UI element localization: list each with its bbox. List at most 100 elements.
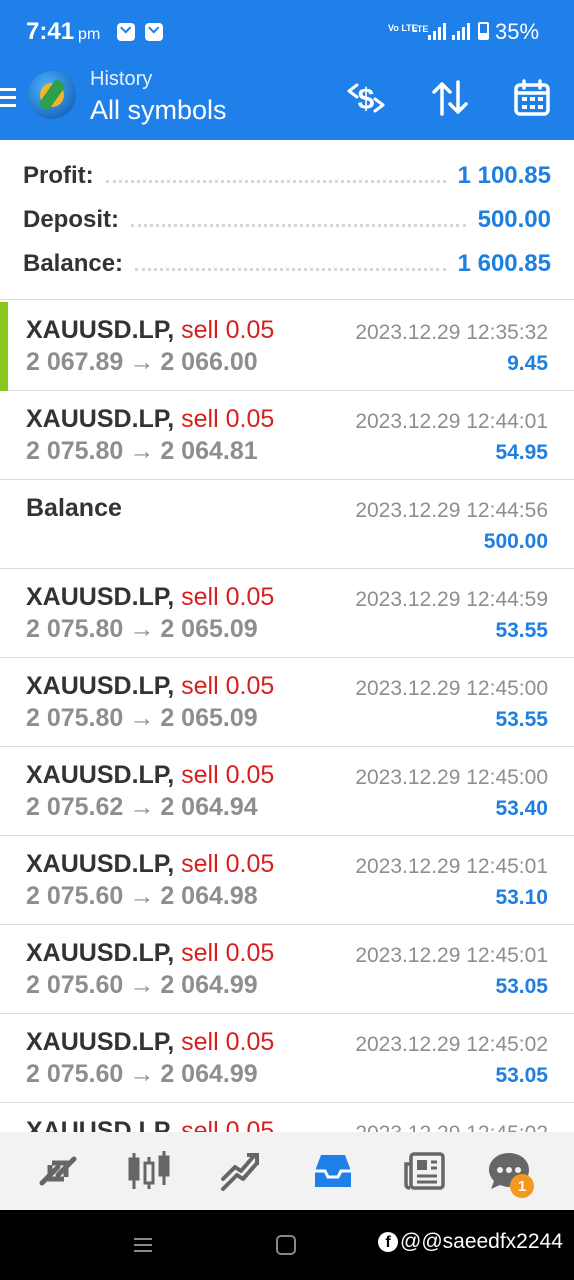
news-icon[interactable] (402, 1148, 448, 1194)
battery-icon (478, 22, 489, 40)
deal-prices: 2 075.60 → 2 064.99 (26, 1060, 258, 1088)
deal-row[interactable]: XAUUSD.LP, sell 0.05 2 075.60 → 2 064.99 2… (0, 1014, 574, 1103)
deal-symbol: XAUUSD.LP, sell 0.05 (26, 1028, 275, 1056)
deal-prices: 2 075.80 → 2 065.09 (26, 704, 258, 732)
app-logo (28, 71, 76, 119)
facebook-icon: f (378, 1232, 398, 1252)
deals-list[interactable]: XAUUSD.LP, sell 0.05 2 067.89 → 2 066.00 2… (0, 302, 574, 1132)
trade-icon[interactable] (218, 1148, 264, 1194)
balance-row: Balance: 1 600.85 (23, 242, 551, 286)
profit-label: Profit: (23, 162, 94, 189)
deal-profit: 53.40 (495, 797, 548, 820)
deal-row[interactable]: XAUUSD.LP, sell 0.05 2023.12.29 12:45:02 (0, 1103, 574, 1132)
deal-time: 2023.12.29 12:45:01 (355, 855, 548, 878)
deal-row[interactable]: XAUUSD.LP, sell 0.05 2 067.89 → 2 066.00 2… (0, 302, 574, 391)
deposit-label: Deposit: (23, 206, 119, 233)
deal-profit: 53.05 (495, 1064, 548, 1087)
app-bar: History All symbols $ (0, 62, 574, 140)
deal-time: 2023.12.29 12:45:00 (355, 766, 548, 789)
deal-row[interactable]: XAUUSD.LP, sell 0.05 2 075.80 → 2 065.09 2… (0, 658, 574, 747)
deal-profit: 53.10 (495, 886, 548, 909)
balance-label: Balance: (23, 250, 124, 277)
deal-prices: 2 067.89 → 2 066.00 (26, 348, 258, 376)
deal-time: 2023.12.29 12:45:00 (355, 677, 548, 700)
deal-type: sell 0.05 (181, 583, 275, 611)
system-navigation-bar: f @@saeedfx2244 (0, 1210, 574, 1280)
page-title[interactable]: All symbols (90, 95, 227, 126)
menu-icon[interactable] (0, 86, 16, 108)
calendar-icon[interactable] (510, 76, 554, 120)
chart-icon[interactable] (126, 1148, 172, 1194)
deal-time: 2023.12.29 12:45:02 (355, 1033, 548, 1056)
deal-time: 2023.12.29 12:44:56 (355, 499, 548, 522)
chat-badge: 1 (510, 1174, 534, 1198)
chat-icon[interactable]: 1 (486, 1148, 534, 1198)
history-summary: Profit: 1 100.85 Deposit: 500.00 Balance… (0, 140, 574, 300)
signal-icon (428, 22, 446, 40)
dotted-leader (105, 177, 446, 183)
deal-symbol: XAUUSD.LP, sell 0.05 (26, 761, 275, 789)
balance-value: 1 600.85 (457, 250, 551, 277)
deal-profit: 500.00 (483, 530, 548, 553)
watermark-text: @@saeedfx2244 (400, 1230, 563, 1253)
deal-type: sell 0.05 (181, 672, 275, 700)
quotes-icon[interactable] (35, 1148, 81, 1194)
deal-symbol: XAUUSD.LP, sell 0.05 (26, 939, 275, 967)
deal-time: 2023.12.29 12:45:02 (355, 1122, 548, 1132)
deal-prices: 2 075.62 → 2 064.94 (26, 793, 258, 821)
deal-row[interactable]: XAUUSD.LP, sell 0.05 2 075.60 → 2 064.99 2… (0, 925, 574, 1014)
status-ampm: pm (78, 26, 101, 43)
deposit-row: Deposit: 500.00 (23, 198, 551, 242)
status-time: 7:41 pm (26, 18, 101, 45)
deal-symbol: XAUUSD.LP, sell 0.05 (26, 405, 275, 433)
bottom-navigation: 1 (0, 1132, 574, 1210)
dotted-leader (131, 221, 466, 227)
home-button[interactable] (276, 1235, 296, 1255)
deal-prices: 2 075.80 → 2 064.81 (26, 437, 258, 465)
deposit-value: 500.00 (477, 206, 551, 233)
deal-row[interactable]: XAUUSD.LP, sell 0.05 2 075.62 → 2 064.94 2… (0, 747, 574, 836)
selected-marker (0, 302, 8, 391)
deal-symbol: XAUUSD.LP, sell 0.05 (26, 316, 275, 344)
deal-row[interactable]: XAUUSD.LP, sell 0.05 2 075.80 → 2 064.81 2… (0, 391, 574, 480)
deal-time: 2023.12.29 12:35:32 (355, 321, 548, 344)
deal-prices: 2 075.60 → 2 064.98 (26, 882, 258, 910)
deal-prices: 2 075.80 → 2 065.09 (26, 615, 258, 643)
deal-symbol: XAUUSD.LP, sell 0.05 (26, 583, 275, 611)
deal-profit: 53.55 (495, 619, 548, 642)
profit-value: 1 100.85 (457, 162, 551, 189)
deal-type: sell 0.05 (181, 761, 275, 789)
deal-profit: 53.05 (495, 975, 548, 998)
watermark: f @@saeedfx2244 (378, 1230, 563, 1254)
deal-row[interactable]: XAUUSD.LP, sell 0.05 2 075.80 → 2 065.09 2… (0, 569, 574, 658)
deal-time: 2023.12.29 12:44:01 (355, 410, 548, 433)
deal-type: sell 0.05 (181, 316, 275, 344)
deposit-currency-icon[interactable]: $ (344, 76, 388, 120)
deal-row[interactable]: XAUUSD.LP, sell 0.05 2 075.60 → 2 064.98 2… (0, 836, 574, 925)
history-icon[interactable] (310, 1148, 356, 1194)
deal-profit: 53.55 (495, 708, 548, 731)
deal-symbol: Balance (26, 494, 122, 522)
deal-profit: 54.95 (495, 441, 548, 464)
deal-profit: 9.45 (507, 352, 548, 375)
deal-time: 2023.12.29 12:45:01 (355, 944, 548, 967)
lte-label: LTE (412, 24, 429, 34)
profit-row: Profit: 1 100.85 (23, 154, 551, 198)
page-subtitle: History (90, 68, 153, 90)
deal-type: sell 0.05 (181, 1117, 275, 1132)
deal-symbol: XAUUSD.LP, sell 0.05 (26, 672, 275, 700)
sort-icon[interactable] (428, 76, 472, 120)
deal-type: sell 0.05 (181, 939, 275, 967)
notification-icon (117, 23, 135, 41)
svg-text:$: $ (358, 83, 375, 116)
deal-prices: 2 075.60 → 2 064.99 (26, 971, 258, 999)
deal-symbol: XAUUSD.LP, sell 0.05 (26, 1117, 274, 1132)
signal-icon (452, 22, 470, 40)
deal-time: 2023.12.29 12:44:59 (355, 588, 548, 611)
balance-deal-row[interactable]: Balance 2023.12.29 12:44:56 500.00 (0, 480, 574, 569)
recent-apps-button[interactable] (134, 1236, 152, 1254)
status-bar: 7:41 pm Vo LTE LTE 35% (0, 0, 574, 62)
battery-percent: 35% (495, 19, 540, 44)
deal-type: sell 0.05 (181, 1028, 275, 1056)
deal-symbol: XAUUSD.LP, sell 0.05 (26, 850, 275, 878)
